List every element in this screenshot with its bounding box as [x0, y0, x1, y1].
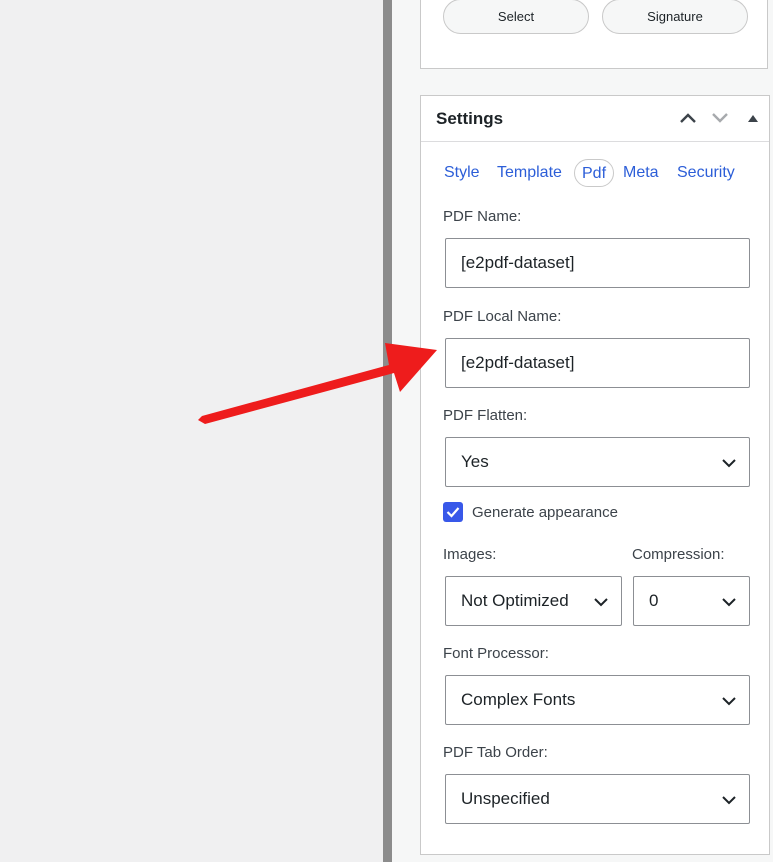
- pdf-name-label: PDF Name:: [443, 208, 522, 225]
- settings-panel: Settings Style Template Pdf Meta Securit…: [420, 95, 770, 855]
- pdf-tab-order-label: PDF Tab Order:: [443, 744, 548, 761]
- tools-box: Select Signature: [420, 0, 768, 69]
- images-label: Images:: [443, 546, 497, 563]
- compression-value: 0: [649, 591, 659, 610]
- pdf-local-name-label: PDF Local Name:: [443, 308, 562, 325]
- collapse-triangle-icon[interactable]: [741, 106, 765, 130]
- pdf-local-name-input[interactable]: [e2pdf-dataset]: [445, 338, 750, 388]
- select-chevron-icon: [594, 598, 608, 607]
- checkmark-icon: [446, 507, 460, 518]
- pdf-name-input[interactable]: [e2pdf-dataset]: [445, 238, 750, 288]
- pdf-flatten-label: PDF Flatten:: [443, 407, 528, 424]
- settings-panel-header: Settings: [421, 96, 769, 142]
- select-chevron-icon: [722, 796, 736, 805]
- pdf-tab-order-select[interactable]: Unspecified: [445, 774, 750, 824]
- tab-pdf[interactable]: Pdf: [574, 159, 615, 187]
- pdf-flatten-value: Yes: [461, 452, 489, 471]
- compression-select[interactable]: 0: [633, 576, 750, 626]
- chevron-down-icon[interactable]: [708, 106, 732, 130]
- font-processor-select[interactable]: Complex Fonts: [445, 675, 750, 725]
- select-chevron-icon: [722, 697, 736, 706]
- font-processor-value: Complex Fonts: [461, 690, 576, 709]
- images-select[interactable]: Not Optimized: [445, 576, 622, 626]
- pdf-tab-order-value: Unspecified: [461, 789, 550, 808]
- tab-style[interactable]: Style: [444, 159, 480, 187]
- editor-canvas[interactable]: [0, 0, 383, 862]
- tab-security[interactable]: Security: [677, 159, 735, 187]
- pdf-local-name-value: [e2pdf-dataset]: [461, 353, 575, 372]
- font-processor-label: Font Processor:: [443, 645, 549, 662]
- panel-title: Settings: [436, 109, 504, 128]
- select-button[interactable]: Select: [443, 0, 589, 34]
- select-chevron-icon: [722, 598, 736, 607]
- generate-appearance-label[interactable]: Generate appearance: [472, 504, 618, 521]
- pdf-name-value: [e2pdf-dataset]: [461, 253, 575, 272]
- tab-template[interactable]: Template: [497, 159, 562, 187]
- chevron-up-icon[interactable]: [676, 106, 700, 130]
- compression-label: Compression:: [632, 546, 725, 563]
- generate-appearance-checkbox[interactable]: [443, 502, 463, 522]
- select-chevron-icon: [722, 459, 736, 468]
- signature-button[interactable]: Signature: [602, 0, 748, 34]
- images-value: Not Optimized: [461, 591, 569, 610]
- tab-meta[interactable]: Meta: [623, 159, 659, 187]
- pdf-flatten-select[interactable]: Yes: [445, 437, 750, 487]
- pane-divider[interactable]: [383, 0, 392, 862]
